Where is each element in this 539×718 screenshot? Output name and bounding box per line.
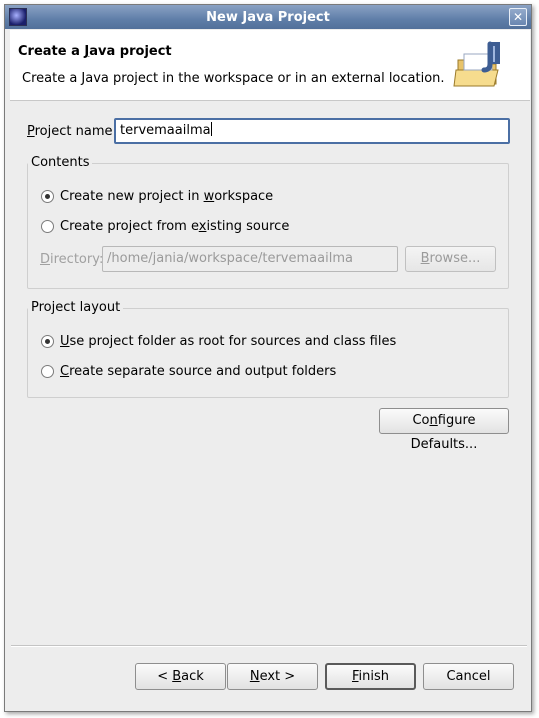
directory-label: Directory: xyxy=(40,252,104,267)
create-from-existing-radio[interactable] xyxy=(41,220,54,233)
project-name-input[interactable]: tervemaailma xyxy=(114,118,510,144)
use-project-folder-radio[interactable] xyxy=(41,335,54,348)
wizard-title: Create a Java project xyxy=(18,44,172,59)
close-icon[interactable]: ✕ xyxy=(509,8,527,26)
create-new-project-radio[interactable] xyxy=(41,190,54,203)
directory-input: /home/jania/workspace/tervemaailma xyxy=(102,246,398,272)
project-layout-group-label: Project layout xyxy=(28,300,124,315)
contents-group-label: Contents xyxy=(28,155,93,170)
create-new-project-label[interactable]: Create new project in workspace xyxy=(60,189,273,204)
cancel-button[interactable]: Cancel xyxy=(423,663,514,690)
wizard-header: Create a Java project Create a Java proj… xyxy=(10,30,530,101)
dialog-window: New Java Project ✕ Create a Java project… xyxy=(4,4,532,712)
use-project-folder-label[interactable]: Use project folder as root for sources a… xyxy=(60,334,396,349)
title-bar[interactable]: New Java Project ✕ xyxy=(5,5,531,29)
wizard-description: Create a Java project in the workspace o… xyxy=(22,71,445,86)
java-project-folder-icon xyxy=(453,41,500,87)
project-name-label: Project name: xyxy=(27,124,117,139)
next-button[interactable]: Next > xyxy=(227,663,318,690)
separate-folders-radio[interactable] xyxy=(41,365,54,378)
back-button[interactable]: < Back xyxy=(135,663,226,690)
window-title: New Java Project xyxy=(206,10,330,25)
create-from-existing-label[interactable]: Create project from existing source xyxy=(60,219,289,234)
project-layout-group xyxy=(27,308,509,398)
project-name-value: tervemaailma xyxy=(120,123,211,138)
browse-button: Browse... xyxy=(405,246,496,272)
footer-separator xyxy=(11,645,527,647)
finish-button[interactable]: Finish xyxy=(325,663,416,690)
separate-folders-label[interactable]: Create separate source and output folder… xyxy=(60,364,336,379)
configure-defaults-button[interactable]: Configure Defaults... xyxy=(379,408,509,452)
